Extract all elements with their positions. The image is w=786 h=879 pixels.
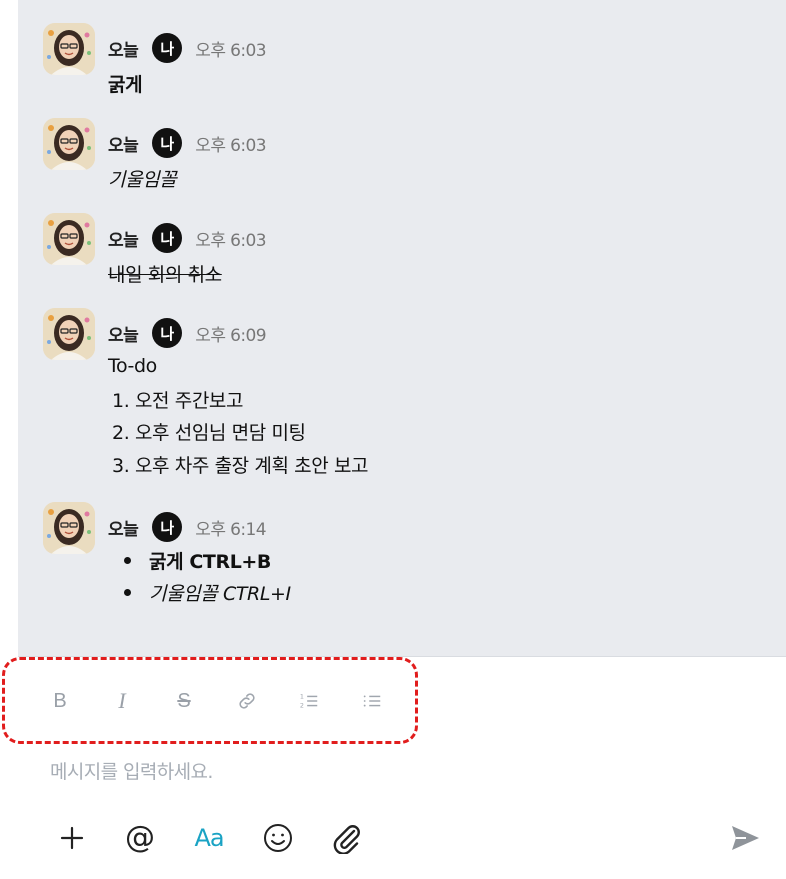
plus-icon [60, 826, 84, 850]
bullet-dot [124, 589, 131, 596]
list-item: 2. 오후 선임님 면담 미팅 [112, 422, 306, 444]
me-badge: 나 [152, 512, 183, 542]
me-badge: 나 [152, 128, 183, 158]
sender-name: 오늘 [108, 519, 139, 540]
me-badge: 나 [152, 33, 183, 63]
text-format-button[interactable]: Aa [189, 818, 229, 858]
bulleted-list-button[interactable] [357, 686, 387, 716]
timestamp: 오후 6:03 [195, 230, 266, 251]
mention-button[interactable]: @ [120, 818, 160, 858]
svg-text:1: 1 [300, 692, 304, 700]
bold-icon: B [53, 689, 67, 712]
link-icon [239, 693, 255, 709]
timestamp: 오후 6:14 [195, 519, 266, 540]
mention-icon: @ [125, 820, 155, 855]
strikethrough-button[interactable]: S [169, 686, 199, 716]
list-item: 3. 오후 차주 출장 계획 초안 보고 [112, 455, 369, 477]
message-text: 내일 회의 취소 [108, 264, 222, 286]
bulleted-list-icon [363, 695, 381, 707]
sender-name: 오늘 [108, 325, 139, 346]
message-text: 기울임꼴 [108, 169, 177, 191]
bold-button[interactable]: B [45, 686, 75, 716]
bullet-dot [124, 557, 131, 564]
avatar[interactable] [43, 118, 95, 170]
strikethrough-icon: S [177, 689, 191, 712]
add-button[interactable] [52, 818, 92, 858]
italic-icon: I [118, 688, 126, 713]
avatar[interactable] [43, 23, 95, 75]
avatar[interactable] [43, 308, 95, 360]
sender-name: 오늘 [108, 135, 139, 156]
timestamp: 오후 6:03 [195, 40, 266, 61]
timestamp: 오후 6:03 [195, 135, 266, 156]
bullet-item: 굵게 CTRL+B [149, 551, 272, 573]
message-text: To-do [108, 355, 157, 377]
avatar[interactable] [43, 502, 95, 554]
italic-button[interactable]: I [107, 686, 137, 716]
bullet-item: 기울임꼴 CTRL+I [149, 583, 291, 605]
text-format-icon: Aa [194, 824, 224, 852]
me-badge: 나 [152, 318, 183, 348]
emoji-button[interactable] [258, 818, 298, 858]
numbered-list-button[interactable]: 1 2 [294, 686, 324, 716]
attachment-icon [333, 825, 360, 854]
message-input[interactable]: 메시지를 입력하세요. [50, 757, 213, 784]
sender-name: 오늘 [108, 40, 139, 61]
chat-message-area: 오늘 나 오후 6:03 굵게 오늘 나 오후 6:03 기울임꼴 오늘 나 오… [18, 0, 786, 657]
numbered-list-icon: 1 2 [300, 692, 318, 709]
message-text: 굵게 [108, 74, 143, 96]
send-icon [732, 826, 759, 850]
list-item: 1. 오전 주간보고 [112, 390, 244, 412]
send-button[interactable] [725, 818, 765, 858]
attach-button[interactable] [326, 818, 366, 858]
me-badge: 나 [152, 223, 183, 253]
link-button[interactable] [232, 686, 262, 716]
avatar[interactable] [43, 213, 95, 265]
sender-name: 오늘 [108, 230, 139, 251]
emoji-icon [264, 824, 292, 852]
svg-text:2: 2 [300, 701, 304, 709]
timestamp: 오후 6:09 [195, 325, 266, 346]
